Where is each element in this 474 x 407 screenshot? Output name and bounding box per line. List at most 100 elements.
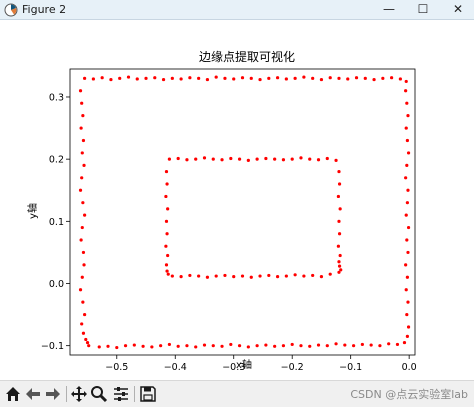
scatter-point [194,157,198,161]
scatter-point [166,207,170,211]
scatter-point [229,156,233,161]
x-tick-label: 0.0 [402,362,417,373]
scatter-point [220,344,224,348]
scatter-point [334,158,338,162]
scatter-point [378,344,382,348]
scatter-point [205,275,210,279]
scatter-point [281,344,286,348]
scatter-point [390,76,394,80]
scatter-point [319,77,324,82]
scatter-point [205,77,210,82]
scatter-point [404,79,408,84]
back-icon[interactable] [24,385,42,403]
scatter-point [372,77,376,82]
scatter-point [337,76,341,80]
scatter-point [404,288,408,292]
scatter-point [405,138,409,143]
home-icon[interactable] [4,385,22,403]
scatter-point [395,342,400,347]
maximize-button[interactable]: ☐ [408,0,438,19]
scatter-point [214,75,218,79]
x-ticks: −0.5 −0.4 −0.3 −0.2 −0.1 0.0 [105,355,417,373]
scatter-point [159,344,163,348]
scatter-point [316,158,321,162]
scatter-point [336,244,340,248]
scatter-point [83,312,87,317]
scatter-point [185,344,189,348]
scatter-point [78,288,83,292]
scatter-point [179,77,183,81]
scatter-point [126,75,131,79]
close-button[interactable]: ✕ [443,0,473,19]
scatter-point [336,194,340,199]
chart-title: 边缘点提取可视化 [199,49,295,64]
scatter-point [232,77,236,81]
scatter-point [404,89,408,93]
minimize-button[interactable]: — [374,0,404,19]
scatter-point [339,268,343,272]
scatter-point [132,343,136,347]
scatter-point [405,275,409,279]
scatter-point [343,343,347,347]
scatter-point [299,156,303,160]
scatter-point [80,176,84,180]
scatter-point [123,344,128,348]
y-axis-label: y轴 [26,203,39,219]
scatter-point [97,345,101,349]
y-tick-label: −0.1 [41,341,64,352]
scatter-point [405,163,409,167]
scatter-point [240,76,245,80]
scatter-point [299,344,303,348]
scatter-point [80,225,84,230]
scatter-point [406,250,410,255]
scatter-point [164,194,168,199]
scatter-point [82,263,86,267]
scatter-point [80,151,84,155]
pan-icon[interactable] [70,385,88,403]
scatter-point [220,158,224,162]
scatter-point [352,344,356,348]
scatter-point [164,169,169,174]
scatter-point [232,275,236,279]
save-icon[interactable] [139,385,157,403]
scatter-point [79,126,83,130]
scatter-point [164,244,168,248]
scatter-point [328,272,332,276]
scatter-point [79,238,83,242]
scatter-point [211,157,215,161]
x-tick-label: −0.5 [105,362,128,373]
scatter-point [165,182,169,186]
configure-subplots-icon[interactable] [112,385,130,403]
forward-icon[interactable] [44,385,62,403]
scatter-point [84,337,88,342]
scatter-point [406,151,411,155]
scatter-point [346,77,350,81]
y-ticks: −0.1 0.0 0.1 0.2 0.3 [41,92,70,352]
scatter-point [153,76,157,80]
scatter-point [166,272,170,276]
matplotlib-logo-icon [4,3,18,17]
plot-area [69,68,416,356]
scatter-point [81,201,85,205]
scatter-point [338,207,342,211]
scatter-point [405,334,409,338]
scatter-point [83,76,87,80]
scatter-point [179,275,183,279]
scatter-point [381,76,385,80]
scatter-point [354,76,359,80]
scatter-point [164,219,169,223]
scatter-point [404,176,408,180]
scatter-point [290,157,294,161]
x-tick-label: −0.2 [281,362,304,373]
window-titlebar: Figure 2 — ☐ ✕ [0,0,474,20]
scatter-point [229,342,233,347]
scatter-point [308,157,312,161]
window-title: Figure 2 [22,3,67,16]
scatter-point [284,77,288,81]
scatter-point [167,342,172,347]
scatter-point [338,253,342,258]
y-tick-label: 0.3 [49,92,64,103]
scatter-point [275,275,280,279]
zoom-icon[interactable] [90,385,108,403]
scatter-point [293,273,297,277]
